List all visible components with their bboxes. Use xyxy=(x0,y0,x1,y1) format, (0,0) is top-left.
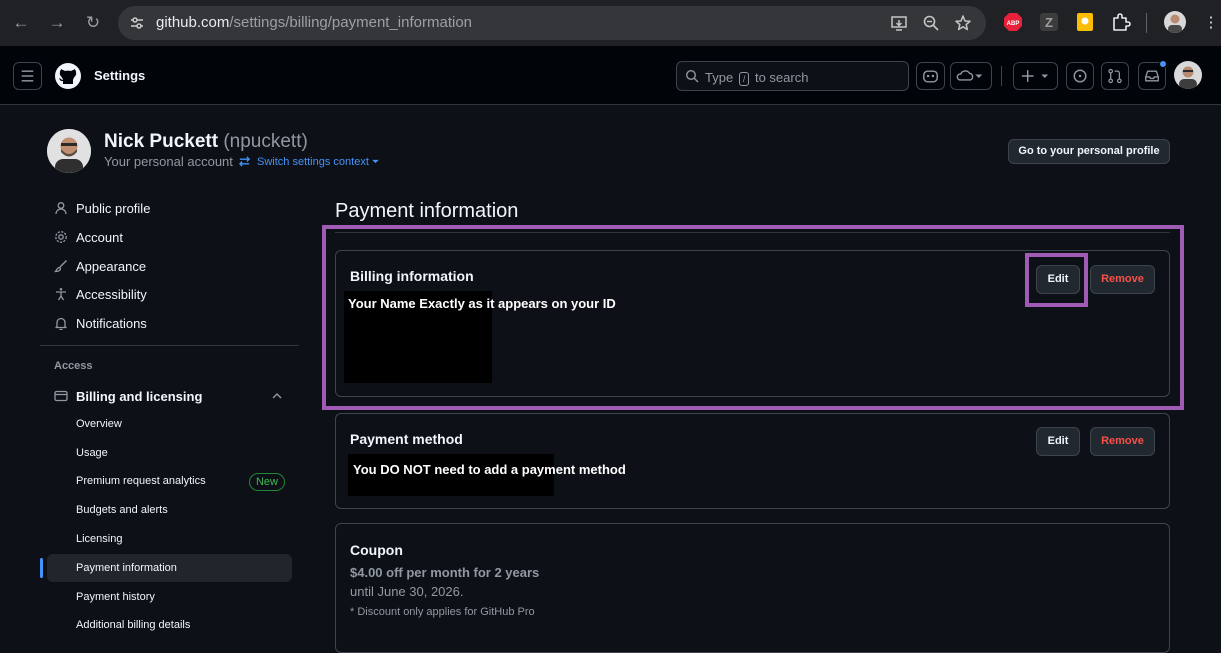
sidebar-item-billing[interactable]: Billing and licensing xyxy=(54,386,284,406)
search-icon xyxy=(685,69,699,83)
search-key: / xyxy=(738,72,750,86)
sidebar-item-label: Appearance xyxy=(76,258,147,274)
sidebar-item-premium-request-analytics[interactable]: Premium request analytics xyxy=(76,475,206,487)
switch-context-link[interactable]: Switch settings context xyxy=(238,155,379,168)
sidebar-item-appearance[interactable]: Appearance xyxy=(54,256,146,276)
person-icon xyxy=(55,202,67,215)
switch-context-label: Switch settings context xyxy=(257,155,369,168)
profile-handle: (npuckett) xyxy=(223,131,308,152)
profile-name: Nick Puckett (npuckett) xyxy=(104,131,308,153)
sidebar-item-payment-information[interactable]: Payment information xyxy=(76,562,177,574)
sidebar-item-account[interactable]: Account xyxy=(54,227,123,247)
copilot-icon xyxy=(923,70,938,83)
sidebar-item-additional-billing-details[interactable]: Additional billing details xyxy=(76,619,190,631)
issue-icon xyxy=(1073,69,1087,83)
cloud-icon xyxy=(956,70,983,81)
sidebar-item-notifications[interactable]: Notifications xyxy=(54,313,147,333)
sidebar-item-usage[interactable]: Usage xyxy=(76,447,108,459)
credit-card-icon xyxy=(54,390,68,402)
svg-text:ABP: ABP xyxy=(1007,21,1020,27)
copilot-button[interactable] xyxy=(916,62,945,90)
switch-arrows-icon xyxy=(238,156,251,167)
payment-overlay-note: You DO NOT need to add a payment method xyxy=(353,462,626,477)
page-title: Settings xyxy=(94,68,146,83)
sidebar-item-licensing[interactable]: Licensing xyxy=(76,533,122,545)
main-title: Payment information xyxy=(335,200,519,222)
issues-button[interactable] xyxy=(1066,62,1094,90)
keep-icon[interactable] xyxy=(1075,12,1095,32)
site-settings-icon[interactable] xyxy=(128,14,146,32)
abp-icon[interactable]: ABP xyxy=(1003,12,1023,32)
back-icon[interactable]: ← xyxy=(10,12,32,34)
sidebar-item-accessibility[interactable]: Accessibility xyxy=(54,284,147,304)
url-path: /settings/billing/payment_information xyxy=(229,14,473,31)
zoom-icon[interactable] xyxy=(922,14,940,32)
coupon-expiry: until June 30, 2026. xyxy=(350,584,464,599)
user-avatar[interactable] xyxy=(1174,61,1202,89)
coupon-card: Coupon $4.00 off per month for 2 years u… xyxy=(335,523,1170,653)
menu-button[interactable] xyxy=(13,62,42,90)
browser-profile-avatar[interactable] xyxy=(1164,11,1186,33)
sidebar-item-label: Account xyxy=(76,229,123,245)
bookmark-star-icon[interactable] xyxy=(954,14,972,32)
plus-icon xyxy=(1021,70,1049,82)
profile-avatar xyxy=(47,129,91,173)
payment-edit-button[interactable]: Edit xyxy=(1036,427,1080,456)
sidebar-item-payment-history[interactable]: Payment history xyxy=(76,591,155,603)
sidebar-item-label: Public profile xyxy=(76,200,151,216)
payment-method-title: Payment method xyxy=(350,431,463,447)
new-badge: New xyxy=(249,473,285,491)
sidebar-item-public-profile[interactable]: Public profile xyxy=(54,198,150,218)
url-host: github.com xyxy=(156,14,230,31)
sidebar-section-access: Access xyxy=(54,360,93,372)
sidebar-item-label: Notifications xyxy=(76,315,147,331)
hamburger-icon xyxy=(21,70,34,82)
paintbrush-icon xyxy=(54,260,67,273)
caret-down-icon xyxy=(372,159,379,164)
payment-remove-button[interactable]: Remove xyxy=(1090,427,1155,456)
zotero-icon[interactable]: Z xyxy=(1039,12,1059,32)
highlight-box-edit xyxy=(1025,253,1088,307)
github-logo-icon[interactable] xyxy=(54,62,82,90)
svg-text:Z: Z xyxy=(1045,15,1053,30)
install-icon[interactable] xyxy=(890,14,908,32)
search-prefix: Type xyxy=(705,70,734,85)
search-input[interactable]: Type / to search xyxy=(676,61,909,91)
chevron-up-icon[interactable] xyxy=(271,391,283,401)
profile-name-text: Nick Puckett xyxy=(104,131,219,152)
sidebar-active-indicator xyxy=(40,558,43,578)
go-to-profile-button[interactable]: Go to your personal profile xyxy=(1008,139,1170,164)
github-header: Settings Type / to search xyxy=(0,46,1221,105)
sidebar-item-budgets-and-alerts[interactable]: Budgets and alerts xyxy=(76,504,168,516)
pull-request-icon xyxy=(1108,68,1122,84)
address-bar[interactable]: github.com/settings/billing/payment_info… xyxy=(118,6,986,40)
sidebar-item-label: Billing and licensing xyxy=(76,388,203,404)
copilot-menu-button[interactable] xyxy=(950,62,992,90)
forward-icon[interactable]: → xyxy=(46,12,68,34)
create-new-button[interactable] xyxy=(1013,62,1058,90)
sidebar-item-overview[interactable]: Overview xyxy=(76,418,122,430)
search-suffix: to search xyxy=(754,70,809,85)
bell-icon xyxy=(55,317,67,330)
gear-icon xyxy=(55,231,67,243)
browser-toolbar: ← → ↻ github.com/settings/billing/paymen… xyxy=(0,0,1221,46)
coupon-title: Coupon xyxy=(350,542,403,558)
sidebar-divider xyxy=(40,345,299,346)
accessibility-icon xyxy=(56,288,66,301)
payment-method-card: Payment method You DO NOT need to add a … xyxy=(335,413,1170,509)
puzzle-icon[interactable] xyxy=(1111,12,1131,32)
profile-subtitle: Your personal account xyxy=(104,154,233,169)
browser-menu-icon[interactable]: ⋮ xyxy=(1200,12,1221,34)
coupon-discount: $4.00 off per month for 2 years xyxy=(350,565,540,580)
notification-dot xyxy=(1159,60,1167,68)
pull-requests-button[interactable] xyxy=(1101,62,1129,90)
sidebar-item-label: Accessibility xyxy=(76,286,147,302)
reload-icon[interactable]: ↻ xyxy=(82,12,104,34)
url-text[interactable]: github.com/settings/billing/payment_info… xyxy=(156,14,472,32)
coupon-note: * Discount only applies for GitHub Pro xyxy=(350,606,535,618)
